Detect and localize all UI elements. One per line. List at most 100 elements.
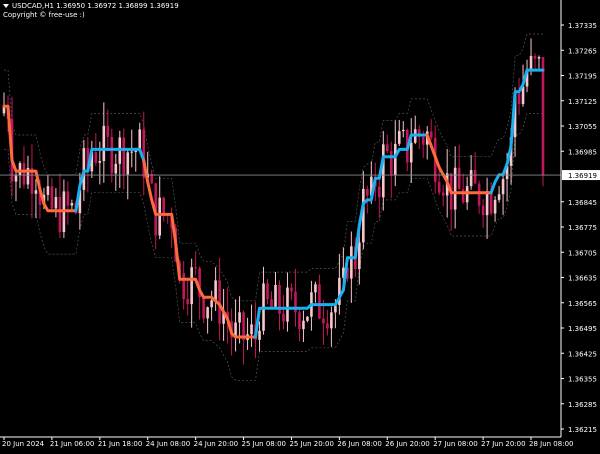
candle-body [102, 125, 106, 162]
candle-body [473, 170, 477, 184]
y-tick-label: 1.37055 [568, 123, 597, 131]
price-chart[interactable]: 1.36919 1.37335 1.37265 1.37195 1.37125 1.37… [0, 0, 600, 450]
candle-body [457, 167, 461, 190]
candle-body [126, 152, 130, 175]
candle-body [429, 131, 433, 138]
x-tick-label: 25 Jun 20:00 [289, 440, 333, 448]
y-tick-label: 1.36565 [568, 300, 597, 308]
x-tick-label: 24 Jun 20:00 [194, 440, 238, 448]
candle-body [190, 267, 193, 305]
candle-body [138, 129, 142, 152]
y-tick-label: 1.37265 [568, 47, 597, 55]
candle-body [489, 191, 493, 214]
candle-body [210, 300, 213, 308]
candle-body [54, 196, 58, 209]
x-tick-label: 20 Jun 2024 [2, 440, 45, 448]
candle-body [385, 144, 389, 152]
candle-body [330, 312, 333, 329]
x-tick-label: 25 Jun 08:00 [242, 440, 286, 448]
candle-body [14, 175, 18, 182]
candle-body [94, 151, 98, 163]
copyright-text: Copyright © free-use :) [3, 11, 85, 19]
candle-body [322, 318, 325, 324]
candle-body [481, 205, 485, 216]
candle-body [134, 151, 138, 153]
dropdown-triangle-icon[interactable] [3, 4, 9, 8]
symbol-ohlc: USDCAD,H1 1.36950 1.36972 1.36899 1.3691… [12, 2, 179, 10]
candle-body [270, 299, 273, 307]
y-tick-label: 1.36635 [568, 275, 597, 283]
y-tick-label: 1.36775 [568, 224, 597, 232]
x-tick-label: 26 Jun 20:00 [385, 440, 429, 448]
candle-body [130, 151, 134, 153]
candle-body [290, 287, 293, 292]
candle-body [298, 312, 301, 330]
candle-body [122, 137, 126, 175]
candle-body [533, 55, 537, 59]
candle-body [70, 203, 74, 206]
candle-body [238, 312, 241, 323]
x-tick-label: 21 Jun 06:00 [50, 440, 94, 448]
x-tick-label: 26 Jun 08:00 [337, 440, 381, 448]
y-tick-label: 1.37335 [568, 22, 597, 30]
x-tick-label: 27 Jun 08:00 [433, 440, 477, 448]
candle-body [497, 194, 501, 200]
candle-body [437, 181, 441, 193]
candle-body [537, 57, 541, 59]
y-tick-label: 1.36705 [568, 249, 597, 257]
y-tick-label: 1.36355 [568, 376, 597, 384]
candle-body [302, 320, 305, 330]
candle-body [393, 143, 397, 175]
candle-body [465, 186, 469, 203]
candle-body [358, 242, 361, 269]
candle-body [306, 316, 309, 321]
candle-body [389, 151, 393, 175]
y-tick-label: 1.36495 [568, 325, 597, 333]
candle-body [22, 163, 26, 185]
candle-body [206, 307, 209, 319]
candle-body [182, 273, 185, 300]
x-tick-label: 28 Jun 08:00 [529, 440, 573, 448]
candle-body [517, 93, 521, 105]
candle-body [66, 191, 70, 206]
chart-background [0, 0, 600, 450]
candle-body [326, 323, 329, 329]
candle-body [378, 186, 381, 198]
candle-body [162, 197, 166, 215]
candle-body [501, 179, 505, 195]
candle-body [401, 129, 405, 132]
candle-body [58, 196, 62, 232]
candle-body [469, 170, 473, 187]
candle-body [110, 136, 114, 174]
candle-body [441, 192, 445, 196]
candle-body [397, 131, 401, 144]
candle-body [250, 324, 253, 335]
y-tick-label: 1.36845 [568, 199, 597, 207]
candle-body [274, 284, 277, 307]
candle-body [314, 284, 317, 293]
candle-body [194, 267, 197, 269]
candle-body [318, 284, 321, 319]
candle-body [18, 163, 22, 176]
candle-body [529, 55, 533, 71]
y-tick-label: 1.36985 [568, 148, 597, 156]
y-tick-label: 1.37195 [568, 73, 597, 81]
candle-body [266, 283, 269, 300]
candle-body [366, 188, 369, 196]
candle-body [493, 199, 497, 214]
chart-window[interactable]: 1.36919 1.37335 1.37265 1.37195 1.37125 1.37… [0, 0, 600, 450]
candle-body [106, 125, 110, 137]
candle-body [258, 330, 261, 340]
candle-body [282, 313, 285, 322]
candle-body [381, 144, 385, 198]
candle-body [409, 142, 413, 163]
candle-body [82, 148, 86, 190]
candle-body [477, 183, 481, 206]
symbol-line: USDCAD,H1 1.36950 1.36972 1.36899 1.3691… [3, 2, 179, 11]
candle-body [461, 189, 465, 203]
candle-body [485, 191, 489, 216]
y-tick-label: 1.36425 [568, 350, 597, 358]
candle-body [34, 190, 38, 194]
candle-body [286, 287, 289, 322]
candle-body [214, 280, 217, 301]
